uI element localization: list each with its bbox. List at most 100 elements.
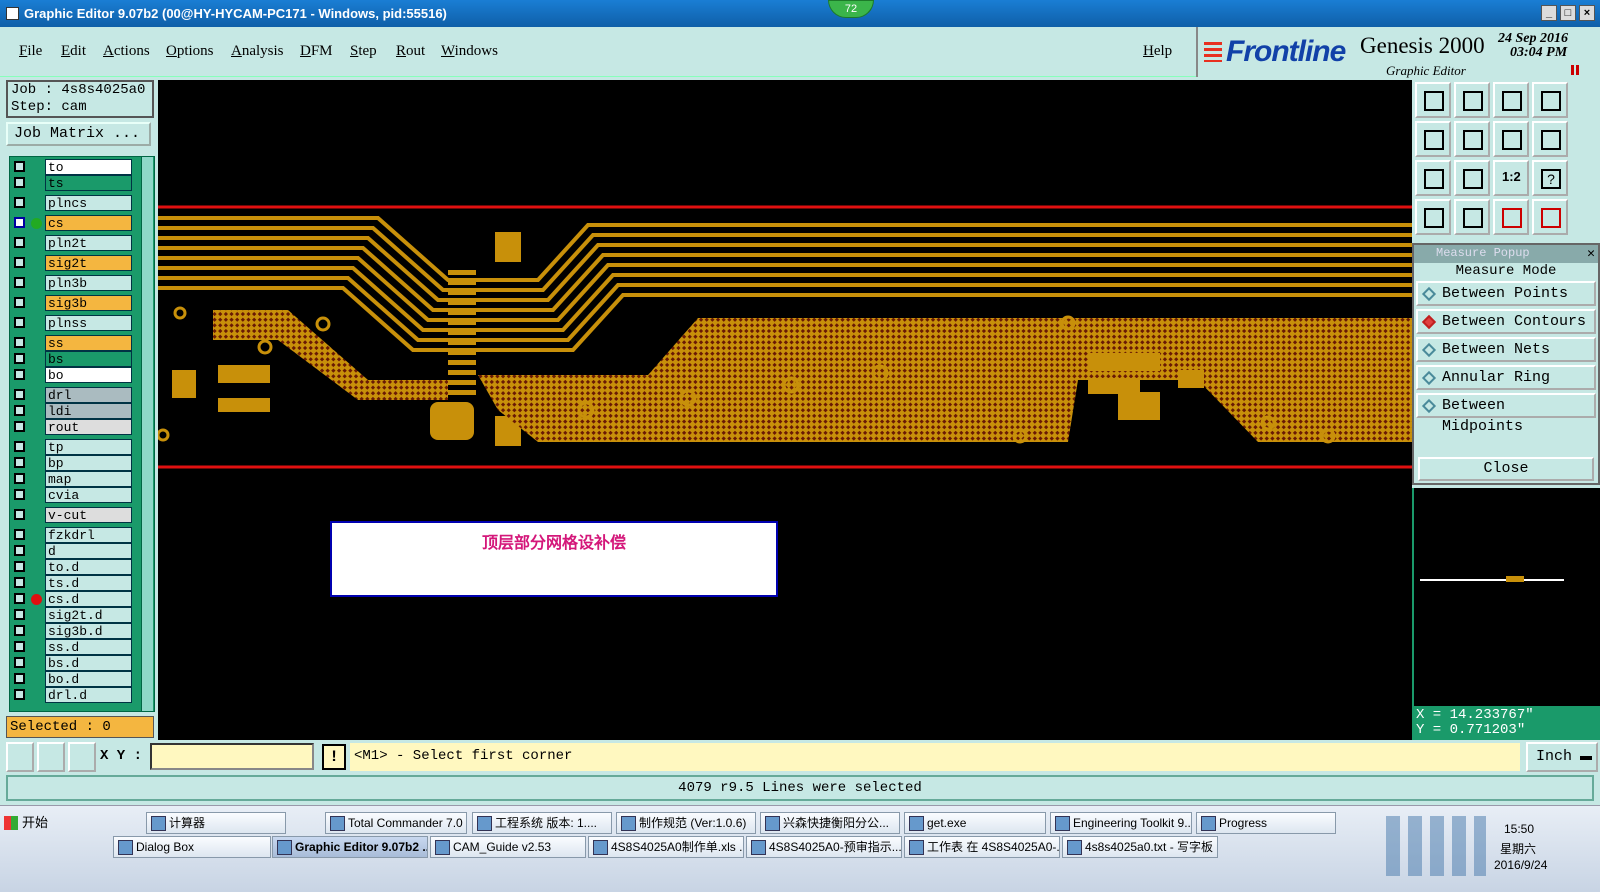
home-icon[interactable] [1493,82,1529,118]
layer-row[interactable]: cvia [10,487,136,503]
option-annular-ring[interactable]: Annular Ring [1416,365,1596,390]
layer-row[interactable]: tp [10,439,136,455]
zoom-in-icon[interactable] [1454,82,1490,118]
minimize-button[interactable]: _ [1541,5,1557,21]
zoom-fit-icon[interactable] [1415,160,1451,196]
task-company[interactable]: 兴森快捷衡阳分公... [760,812,900,834]
help-icon[interactable]: ? [1532,160,1568,196]
menu-file[interactable]: File [19,43,42,60]
option-between-midpoints[interactable]: Between Midpoints [1416,393,1596,435]
tray-icons[interactable] [1386,816,1486,876]
layer-row[interactable]: fzkdrl [10,527,136,543]
layer-row[interactable]: pln2t [10,235,136,251]
scale-1-2-icon[interactable]: 1:2 [1493,160,1529,196]
layer-row[interactable]: ss.d [10,639,136,655]
menu-analysis[interactable]: Analysis [231,43,284,60]
net-analyzer-icon[interactable] [1493,199,1529,235]
close-button[interactable]: × [1579,5,1595,21]
net-compare-icon[interactable] [1532,199,1568,235]
layer-checkbox[interactable] [14,509,25,520]
layer-checkbox[interactable] [14,277,25,288]
layer-checkbox[interactable] [14,657,25,668]
layer-row[interactable]: pln3b [10,275,136,291]
zoom-center-icon[interactable] [1454,160,1490,196]
layer-checkbox[interactable] [14,257,25,268]
task-engineering-system[interactable]: 工程系统 版本: 1.... [472,812,612,834]
task-wordpad[interactable]: 4s8s4025a0.txt - 写字板 [1062,836,1218,858]
fit-window-icon[interactable] [1532,82,1568,118]
layer-row[interactable]: drl.d [10,687,136,703]
layer-checkbox[interactable] [14,177,25,188]
layer-row[interactable]: bs.d [10,655,136,671]
layer-checkbox[interactable] [14,369,25,380]
layer-row[interactable]: ss [10,335,136,351]
task-graphic-editor[interactable]: Graphic Editor 9.07b2 ... [272,836,428,858]
menu-help[interactable]: Help [1143,43,1172,60]
task-xls[interactable]: 4S8S4025A0制作单.xls ... [588,836,744,858]
option-between-contours[interactable]: Between Contours [1416,309,1596,334]
menu-actions[interactable]: Actions [103,43,150,60]
layer-checkbox[interactable] [14,545,25,556]
layer-row[interactable]: to.d [10,559,136,575]
angle-icon[interactable] [37,742,65,772]
layer-row[interactable]: ts.d [10,575,136,591]
layer-row[interactable]: sig2t [10,255,136,271]
layer-checkbox[interactable] [14,297,25,308]
measure-tool-icon[interactable] [1415,199,1451,235]
layer-checkbox[interactable] [14,197,25,208]
task-spec[interactable]: 制作规范 (Ver:1.0.6) [616,812,756,834]
layer-row[interactable]: sig3b [10,295,136,311]
task-total-commander[interactable]: Total Commander 7.0 ... [325,812,467,834]
task-get-exe[interactable]: get.exe [904,812,1046,834]
layer-checkbox[interactable] [14,405,25,416]
layer-row[interactable]: ts [10,175,136,191]
task-cam-guide[interactable]: CAM_Guide v2.53 [430,836,586,858]
layer-checkbox[interactable] [14,237,25,248]
layer-row[interactable]: bo [10,367,136,383]
layer-row[interactable]: ldi [10,403,136,419]
layer-checkbox[interactable] [14,317,25,328]
alert-icon[interactable]: ! [322,744,346,770]
layer-checkbox[interactable] [14,473,25,484]
menu-edit[interactable]: Edit [61,43,86,60]
layer-row[interactable]: bo.d [10,671,136,687]
task-progress[interactable]: Progress [1196,812,1336,834]
layer-row[interactable]: plncs [10,195,136,211]
layer-row[interactable]: rout [10,419,136,435]
option-between-points[interactable]: Between Points [1416,281,1596,306]
overview-map[interactable] [1412,488,1600,706]
job-matrix-button[interactable]: Job Matrix ... [6,122,151,146]
layer-checkbox[interactable] [14,625,25,636]
grid-icon[interactable] [1454,199,1490,235]
layer-checkbox[interactable] [14,689,25,700]
layer-checkbox[interactable] [14,421,25,432]
task-review[interactable]: 4S8S4025A0-预审指示.... [746,836,902,858]
maximize-button[interactable]: □ [1560,5,1576,21]
task-engineering-toolkit[interactable]: Engineering Toolkit 9.... [1050,812,1192,834]
menu-windows[interactable]: Windows [441,43,498,60]
task-calculator[interactable]: 计算器 [146,812,286,834]
graphic-canvas[interactable]: 顶层部分网格设补偿 [156,80,1412,740]
measure-close-button[interactable]: Close [1418,457,1594,481]
layer-checkbox[interactable] [14,577,25,588]
pan-right-icon[interactable] [1454,121,1490,157]
layer-checkbox[interactable] [14,641,25,652]
layer-checkbox[interactable] [14,561,25,572]
menu-dfm[interactable]: DFM [300,43,333,60]
snap-icon[interactable] [6,742,34,772]
layer-checkbox[interactable] [14,529,25,540]
layer-row[interactable]: plnss [10,315,136,331]
task-worksheet[interactable]: 工作表 在 4S8S4025A0-... [904,836,1060,858]
layer-checkbox[interactable] [14,441,25,452]
layer-row[interactable]: drl [10,387,136,403]
menu-options[interactable]: Options [166,43,214,60]
layer-checkbox[interactable] [14,353,25,364]
close-icon[interactable]: ✕ [1587,246,1595,261]
option-between-nets[interactable]: Between Nets [1416,337,1596,362]
layer-checkbox[interactable] [14,457,25,468]
layer-checkbox[interactable] [14,609,25,620]
layer-row[interactable]: sig3b.d [10,623,136,639]
layer-checkbox[interactable] [14,673,25,684]
layer-checkbox[interactable] [14,593,25,604]
redraw-icon[interactable] [1532,121,1568,157]
